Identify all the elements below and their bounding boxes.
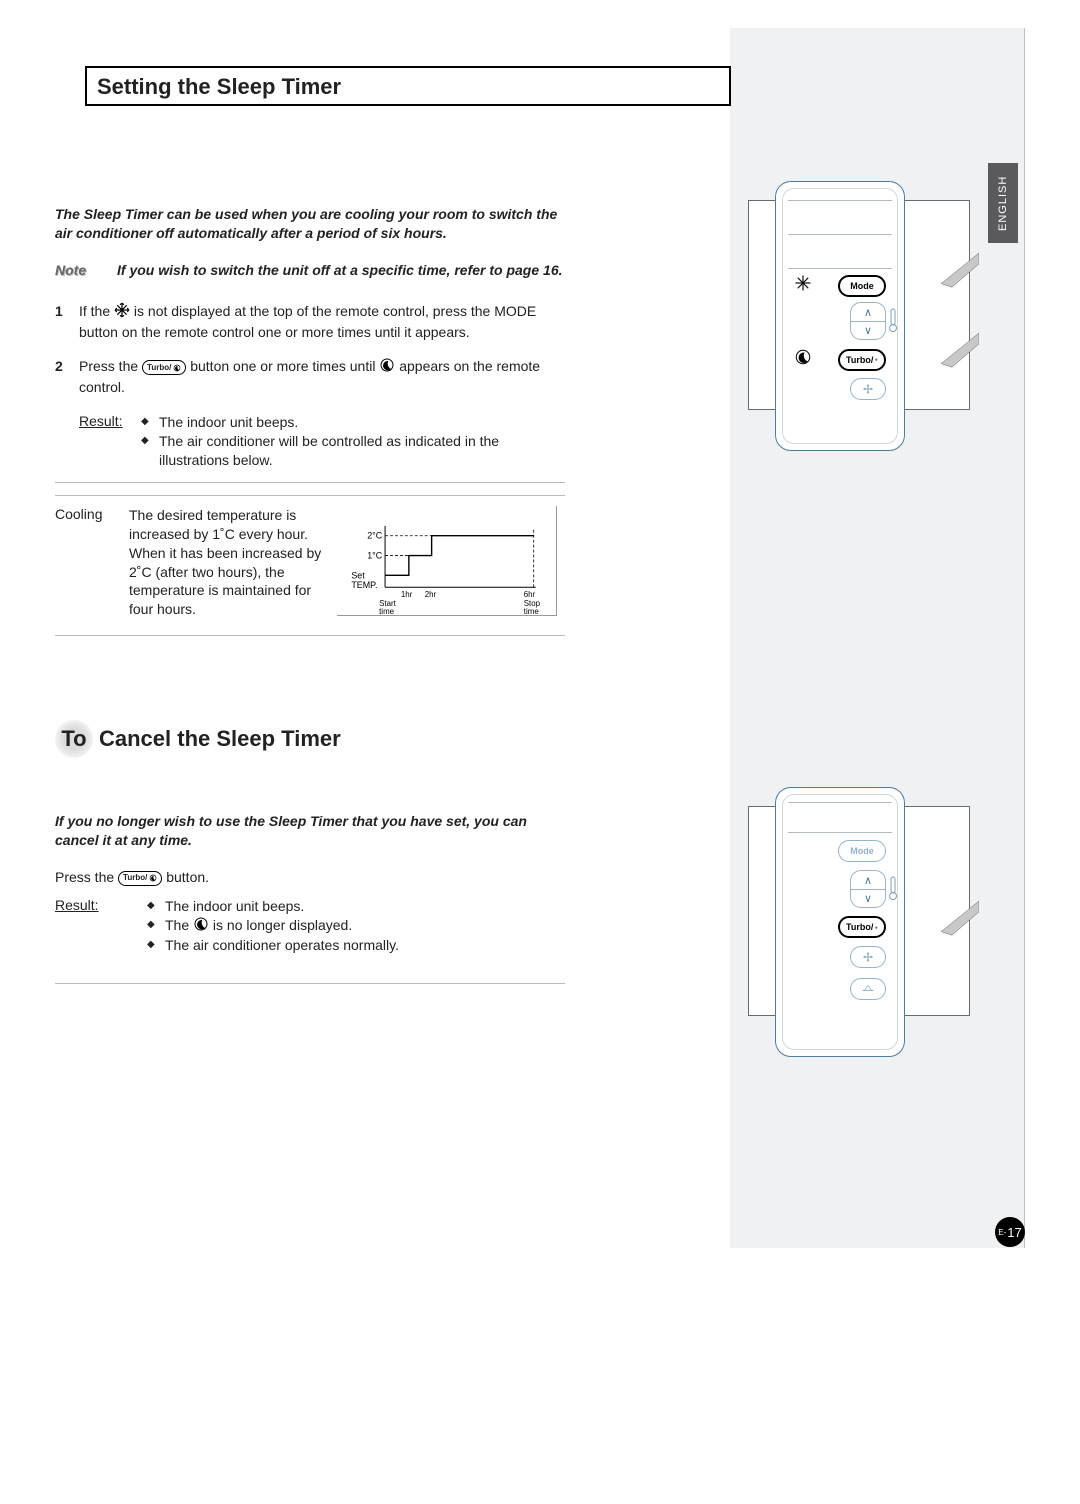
remote-illustration-cancel: Mode ∧ ∨ Turbo/ [748, 806, 970, 1016]
fan-button[interactable] [850, 946, 886, 968]
cooling-text: The desired temperature is increased by … [129, 506, 325, 619]
result-list: The indoor unit beeps. The air condition… [141, 413, 565, 470]
list-item: The indoor unit beeps. [147, 897, 565, 916]
remote-body: Mode ∧ ∨ Turbo/ [775, 181, 905, 451]
section-heading: To Cancel the Sleep Timer [55, 720, 565, 758]
mode-button[interactable]: Mode [838, 275, 886, 297]
svg-text:6hr: 6hr [524, 590, 536, 599]
result-block: Result: The indoor unit beeps. The air c… [79, 413, 565, 470]
cooling-row: Cooling The desired temperature is incre… [55, 506, 565, 619]
thermometer-icon [888, 876, 898, 900]
svg-text:time: time [379, 607, 395, 615]
thermometer-icon [888, 308, 898, 332]
svg-text:2°C: 2°C [367, 531, 383, 541]
note-label: Note [55, 261, 117, 280]
step-number: 1 [55, 302, 79, 342]
list-item: The air conditioner will be controlled a… [141, 432, 565, 470]
mode-button[interactable]: Mode [838, 840, 886, 862]
step-2: 2 Press the Turbo/ button one or more ti… [55, 357, 565, 397]
svg-text:time: time [524, 607, 540, 615]
to-circle: To [55, 720, 93, 758]
temp-up[interactable]: ∧ [851, 871, 885, 889]
divider [55, 482, 565, 483]
swing-button[interactable] [850, 978, 886, 1000]
list-item: The is no longer displayed. [147, 916, 565, 937]
page-title: Setting the Sleep Timer [97, 74, 719, 100]
turbo-sleep-button[interactable]: Turbo/ [838, 916, 886, 938]
step-1: 1 If the is not displayed at the top of … [55, 302, 565, 342]
svg-text:2hr: 2hr [425, 590, 437, 599]
section-cancel-sleep: To Cancel the Sleep Timer If you no long… [55, 720, 565, 996]
intro-text: The Sleep Timer can be used when you are… [55, 205, 565, 243]
divider [55, 495, 565, 496]
page-title-box: Setting the Sleep Timer [85, 66, 731, 106]
temperature-chart: 2°C 1°C Set TEMP. 1hr 2hr 6hr Start time… [337, 506, 557, 616]
temp-down[interactable]: ∨ [851, 321, 885, 339]
section-set-sleep: The Sleep Timer can be used when you are… [55, 205, 565, 648]
cooling-label: Cooling [55, 506, 117, 619]
temp-updown[interactable]: ∧ ∨ [850, 870, 886, 908]
list-item: The indoor unit beeps. [141, 413, 565, 432]
svg-text:TEMP.: TEMP. [351, 580, 377, 590]
result-list: The indoor unit beeps. The is no longer … [147, 897, 565, 956]
hand-pointer-icon [934, 253, 979, 298]
step-number: 2 [55, 357, 79, 397]
hand-pointer-icon [934, 333, 979, 378]
note-row: Note If you wish to switch the unit off … [55, 261, 565, 280]
cancel-intro: If you no longer wish to use the Sleep T… [55, 812, 565, 850]
svg-text:Set: Set [351, 570, 365, 580]
step-body: If the is not displayed at the top of th… [79, 302, 565, 342]
hand-pointer-icon [934, 901, 979, 946]
press-instruction: Press the Turbo/ button. [55, 868, 565, 887]
remote-body: Mode ∧ ∨ Turbo/ [775, 787, 905, 1057]
turbo-sleep-button[interactable]: Turbo/ [838, 349, 886, 371]
result-label: Result: [55, 897, 147, 956]
result-block: Result: The indoor unit beeps. The is no… [55, 897, 565, 956]
cancel-title: Cancel the Sleep Timer [99, 726, 341, 752]
turbo-sleep-icon: Turbo/ [118, 871, 162, 886]
turbo-sleep-icon: Turbo/ [142, 360, 186, 375]
list-item: The air conditioner operates normally. [147, 936, 565, 955]
remote-illustration-sleep: Mode ∧ ∨ Turbo/ [748, 200, 970, 410]
divider [55, 983, 565, 984]
moon-icon [379, 357, 395, 378]
temp-updown[interactable]: ∧ ∨ [850, 302, 886, 340]
svg-text:1hr: 1hr [401, 590, 413, 599]
result-label: Result: [79, 413, 141, 470]
snowflake-icon [114, 302, 130, 323]
language-tab: ENGLISH [988, 163, 1018, 243]
moon-icon [794, 348, 812, 371]
note-text: If you wish to switch the unit off at a … [117, 261, 565, 280]
moon-icon [193, 916, 209, 937]
divider [55, 635, 565, 636]
page-number: E-17 [995, 1217, 1025, 1247]
right-column: ENGLISH Mode ∧ ∨ [730, 28, 1025, 1248]
step-body: Press the Turbo/ button one or more time… [79, 357, 565, 397]
svg-text:1°C: 1°C [367, 550, 383, 560]
temp-up[interactable]: ∧ [851, 303, 885, 321]
temp-down[interactable]: ∨ [851, 889, 885, 907]
snowflake-icon [794, 274, 812, 297]
fan-button[interactable] [850, 378, 886, 400]
